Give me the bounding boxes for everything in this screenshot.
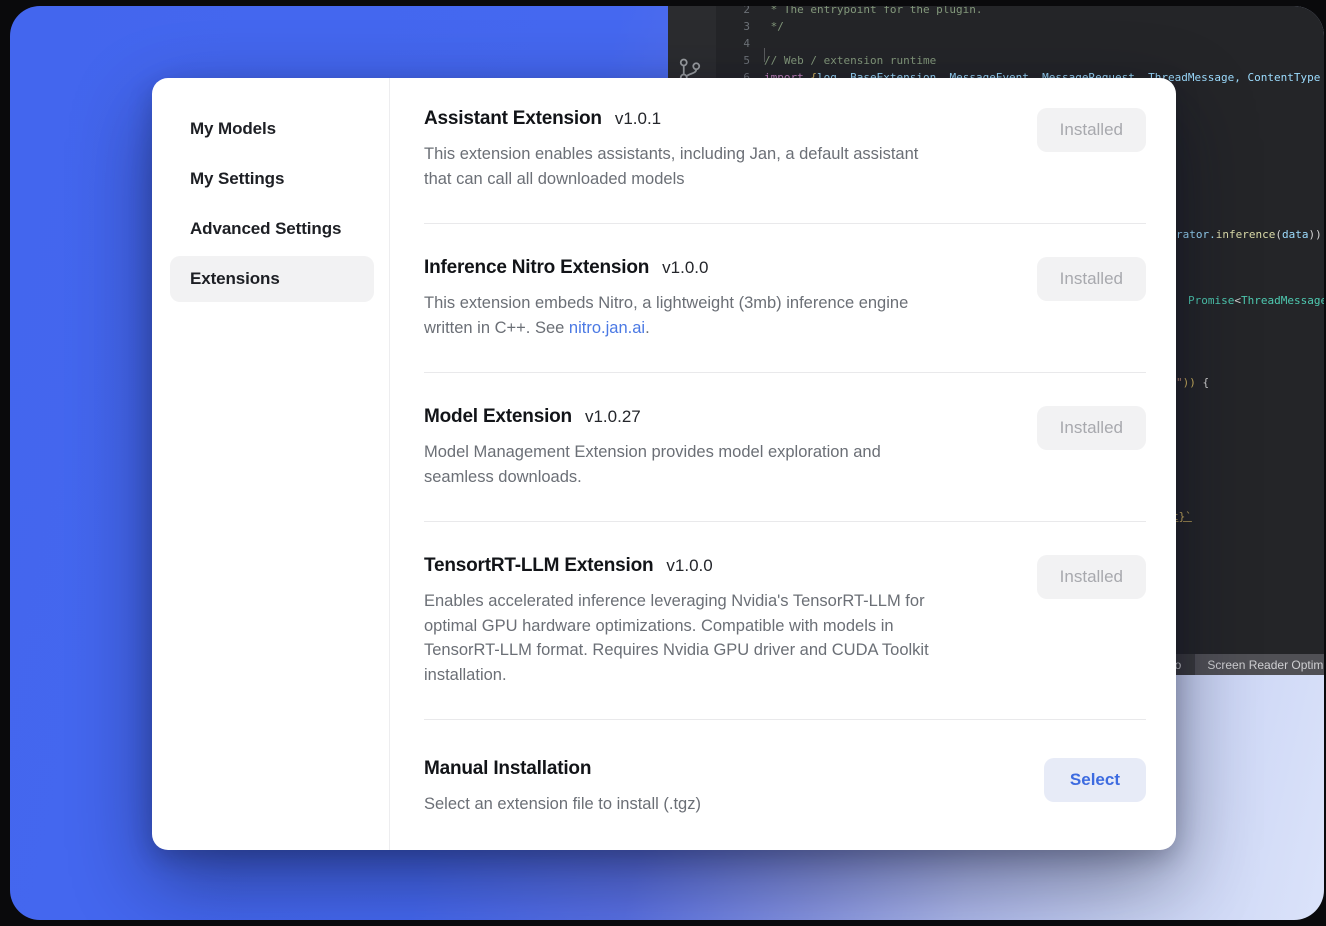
extension-row-nitro: Inference Nitro Extension v1.0.0 This ex… <box>424 224 1146 373</box>
extension-version: v1.0.0 <box>666 556 712 576</box>
manual-installation-description: Select an extension file to install (.tg… <box>424 792 701 817</box>
extension-name: TensortRT-LLM Extension <box>424 555 653 577</box>
function-name: inference <box>1216 228 1276 241</box>
description-line: Enables accelerated inference leveraging… <box>424 589 929 614</box>
settings-modal: My Models My Settings Advanced Settings … <box>152 78 1176 850</box>
nitro-jan-ai-link[interactable]: nitro.jan.ai <box>569 319 645 337</box>
code-fragment: Promise<ThreadMessage> <box>1188 294 1324 307</box>
installed-button[interactable]: Installed <box>1037 555 1146 599</box>
quote: " <box>1176 376 1183 389</box>
code-line: 5 // Web / extension runtime <box>716 54 1324 71</box>
extension-row-model: Model Extension v1.0.27 Model Management… <box>424 373 1146 522</box>
extensions-panel: Assistant Extension v1.0.1 This extensio… <box>390 78 1176 850</box>
sidebar-item-advanced-settings[interactable]: Advanced Settings <box>170 206 374 252</box>
description-text: written in C++. See <box>424 319 569 337</box>
code-fragment: rator.inference(data)); <box>1176 228 1324 241</box>
sidebar-item-my-settings[interactable]: My Settings <box>170 156 374 202</box>
installed-button[interactable]: Installed <box>1037 108 1146 152</box>
extension-row-tensorrt: TensortRT-LLM Extension v1.0.0 Enables a… <box>424 522 1146 720</box>
extension-name: Assistant Extension <box>424 108 602 130</box>
manual-installation-title-row: Manual Installation <box>424 758 701 780</box>
extension-version: v1.0.27 <box>585 407 641 427</box>
code-comment: */ <box>764 20 784 37</box>
extension-title-row: TensortRT-LLM Extension v1.0.0 <box>424 555 929 577</box>
code-comment: * The entrypoint for the plugin. <box>764 6 983 20</box>
settings-sidebar: My Models My Settings Advanced Settings … <box>152 78 390 850</box>
extension-description: This extension enables assistants, inclu… <box>424 142 918 191</box>
select-button[interactable]: Select <box>1044 758 1146 802</box>
description-line: written in C++. See nitro.jan.ai. <box>424 316 908 341</box>
extension-name: Model Extension <box>424 406 572 428</box>
description-line: TensorRT-LLM format. Requires Nvidia GPU… <box>424 638 929 663</box>
extension-title-row: Assistant Extension v1.0.1 <box>424 108 918 130</box>
description-text: . <box>645 319 650 337</box>
description-line: Model Management Extension provides mode… <box>424 440 881 465</box>
manual-installation-info: Manual Installation Select an extension … <box>424 758 701 817</box>
line-number: 5 <box>716 54 750 71</box>
extension-row-assistant: Assistant Extension v1.0.1 This extensio… <box>424 78 1146 224</box>
manual-installation-row: Manual Installation Select an extension … <box>424 720 1146 849</box>
code-editor: 2 * The entrypoint for the plugin. 3 */ … <box>716 6 1324 88</box>
type-name: ThreadMessage <box>1241 294 1324 307</box>
description-line: optimal GPU hardware optimizations. Comp… <box>424 614 929 639</box>
parens: )) <box>1183 376 1203 389</box>
manual-installation-title: Manual Installation <box>424 758 591 780</box>
code-fragment: ")) { <box>1176 376 1209 389</box>
identifier: data <box>1282 228 1309 241</box>
extension-description: Model Management Extension provides mode… <box>424 440 881 489</box>
sidebar-item-my-models[interactable]: My Models <box>170 106 374 152</box>
description-line: that can call all downloaded models <box>424 167 918 192</box>
line-number: 4 <box>716 37 750 54</box>
brace: { <box>1203 376 1210 389</box>
extension-description: This extension embeds Nitro, a lightweig… <box>424 291 908 340</box>
identifier: rator. <box>1176 228 1216 241</box>
extension-version: v1.0.1 <box>615 109 661 129</box>
code-comment: // Web / extension runtime <box>764 54 936 71</box>
extension-info: Model Extension v1.0.27 Model Management… <box>424 406 881 489</box>
description-line: This extension embeds Nitro, a lightweig… <box>424 291 908 316</box>
extension-info: Assistant Extension v1.0.1 This extensio… <box>424 108 918 191</box>
extension-description: Enables accelerated inference leveraging… <box>424 589 929 687</box>
extension-name: Inference Nitro Extension <box>424 257 649 279</box>
description-line: This extension enables assistants, inclu… <box>424 142 918 167</box>
indent-guide <box>764 48 765 62</box>
description-line: Select an extension file to install (.tg… <box>424 792 701 817</box>
extension-info: Inference Nitro Extension v1.0.0 This ex… <box>424 257 908 340</box>
extension-title-row: Inference Nitro Extension v1.0.0 <box>424 257 908 279</box>
parens: )); <box>1308 228 1324 241</box>
installed-button[interactable]: Installed <box>1037 406 1146 450</box>
sidebar-item-extensions[interactable]: Extensions <box>170 256 374 302</box>
paren: ( <box>1275 228 1282 241</box>
description-line: seamless downloads. <box>424 465 881 490</box>
code-line: 2 * The entrypoint for the plugin. <box>716 6 1324 20</box>
extension-info: TensortRT-LLM Extension v1.0.0 Enables a… <box>424 555 929 687</box>
description-line: installation. <box>424 663 929 688</box>
line-number: 3 <box>716 20 750 37</box>
screen-reader-status-item[interactable]: Screen Reader Optimized <box>1195 654 1324 675</box>
code-line: 4 <box>716 37 1324 54</box>
extension-title-row: Model Extension v1.0.27 <box>424 406 881 428</box>
installed-button[interactable]: Installed <box>1037 257 1146 301</box>
extension-version: v1.0.0 <box>662 258 708 278</box>
line-number: 2 <box>716 6 750 20</box>
type-name: Promise <box>1188 294 1234 307</box>
code-line: 3 */ <box>716 20 1324 37</box>
angle-bracket: < <box>1234 294 1241 307</box>
